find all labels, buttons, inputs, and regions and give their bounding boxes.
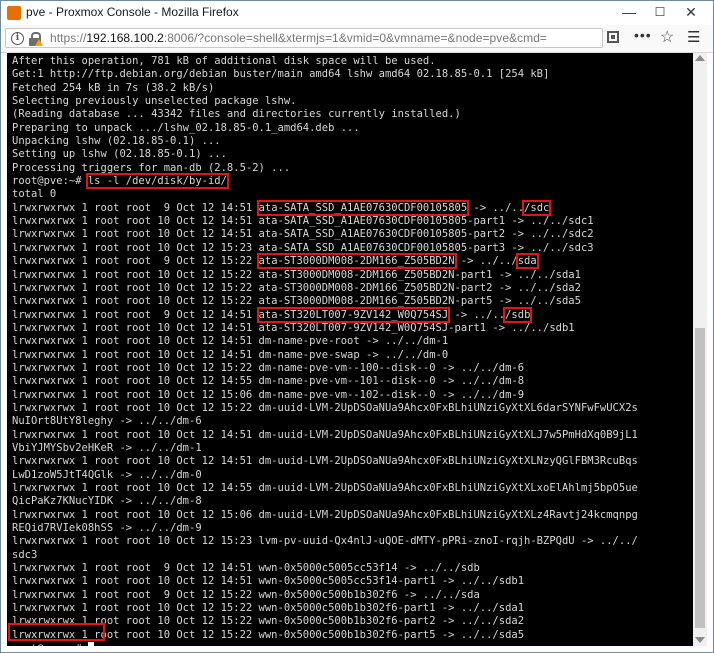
terminal-line: lrwxrwxrwx 1 root root 10 Oct 12 14:51 d… xyxy=(12,455,638,468)
terminal-line: Fetched 254 kB in 7s (38.2 kB/s) xyxy=(12,81,215,94)
url-text[interactable]: https://192.168.100.2:8006/?console=shel… xyxy=(50,31,547,45)
terminal-line: lrwxrwxrwx 1 root root 9 Oct 12 14:51 ww… xyxy=(12,562,480,575)
highlight-box: /sdc xyxy=(522,199,552,216)
terminal-line: root@pve:~# ls -l /dev/disk/by-id/ xyxy=(12,173,229,190)
terminal-output: After this operation, 781 kB of addition… xyxy=(12,55,638,646)
terminal-line: lrwxrwxrwx 1 root root 10 Oct 12 15:22 a… xyxy=(12,295,581,308)
terminal-line: lrwxrwxrwx 1 root root 10 Oct 12 14:51 a… xyxy=(12,228,594,241)
highlight-box: ata-SATA_SSD_A1AE07630CDF00105805 xyxy=(256,199,470,216)
address-bar[interactable]: i https://192.168.100.2:8006/?console=sh… xyxy=(5,28,603,48)
highlight-box: ls -l /dev/disk/by-id/ xyxy=(85,173,229,190)
proxmox-icon xyxy=(7,6,21,20)
terminal-line: total 0 xyxy=(12,188,57,201)
minimize-button[interactable]: — xyxy=(615,1,643,23)
terminal-line: Setting up lshw (02.18.85-0.1) ... xyxy=(12,148,227,161)
terminal-line: NuIOrt8UtY8leghy -> ../../dm-6 xyxy=(12,415,202,428)
terminal-line: lrwxrwxrwx 1 root root 9 Oct 12 14:51 at… xyxy=(12,199,552,216)
maximize-button[interactable]: ☐ xyxy=(646,1,674,23)
insecure-lock-icon[interactable] xyxy=(28,32,43,46)
terminal-line: Selecting previously unselected package … xyxy=(12,95,297,108)
terminal-line: (Reading database ... 43342 files and di… xyxy=(12,108,461,121)
terminal-line: root@pve:~# xyxy=(12,642,638,646)
terminal-line: lrwxrwxrwx 1 root root 10 Oct 12 15:22 w… xyxy=(12,628,525,641)
scroll-up-arrow-icon[interactable] xyxy=(695,55,705,61)
terminal-line: lrwxrwxrwx 1 root root 10 Oct 12 15:06 d… xyxy=(12,508,638,521)
close-button[interactable]: ✕ xyxy=(677,1,705,23)
terminal-line: lrwxrwxrwx 1 root root 10 Oct 12 15:22 d… xyxy=(12,361,525,374)
terminal-line: lrwxrwxrwx 1 root root 10 Oct 12 15:23 l… xyxy=(12,535,638,548)
terminal-line: Preparing to unpack .../lshw_02.18.85-0.… xyxy=(12,121,360,134)
highlight-box: ata-ST320LT007-9ZV142_W0Q754SJ xyxy=(256,306,451,323)
terminal-cursor xyxy=(87,642,94,646)
terminal-line: lrwxrwxrwx 1 root root 10 Oct 12 14:51 d… xyxy=(12,348,449,361)
terminal-line: lrwxrwxrwx 1 root root 10 Oct 12 15:22 a… xyxy=(12,281,581,294)
terminal-line: lrwxrwxrwx 1 root root 10 Oct 12 14:55 d… xyxy=(12,482,638,494)
terminal-line: lrwxrwxrwx 1 root root 10 Oct 12 15:22 w… xyxy=(12,602,525,615)
prompt-highlight xyxy=(8,623,105,641)
terminal-line: VbiYJMYSbv2eHKeR -> ../../dm-1 xyxy=(12,441,202,454)
terminal-line: lrwxrwxrwx 1 root root 9 Oct 12 15:22 at… xyxy=(12,253,539,270)
terminal-line: lrwxrwxrwx 1 root root 10 Oct 12 15:22 w… xyxy=(12,615,525,628)
scroll-down-arrow-icon[interactable] xyxy=(695,637,705,643)
title-bar: pve - Proxmox Console - Mozilla Firefox … xyxy=(1,1,713,26)
terminal-line: Get:1 http://ftp.debian.org/debian buste… xyxy=(12,68,550,81)
highlight-box: sda xyxy=(515,253,539,270)
terminal-line: lrwxrwxrwx 1 root root 10 Oct 12 14:51 w… xyxy=(12,575,525,588)
terminal-scrollbar[interactable] xyxy=(693,53,707,646)
terminal-line: Processing triggers for man-db (2.8.5-2)… xyxy=(12,161,291,174)
terminal-line: lrwxrwxrwx 1 root root 10 Oct 12 15:06 d… xyxy=(12,388,525,401)
terminal-line: lrwxrwxrwx 1 root root 9 Oct 12 14:51 at… xyxy=(12,306,533,323)
scroll-thumb[interactable] xyxy=(695,328,705,628)
terminal-line: lrwxrwxrwx 1 root root 10 Oct 12 14:51 a… xyxy=(12,215,594,228)
terminal-line: lrwxrwxrwx 1 root root 10 Oct 12 14:51 a… xyxy=(12,321,575,334)
terminal-line: Unpacking lshw (02.18.85-0.1) ... xyxy=(12,135,221,148)
window-title: pve - Proxmox Console - Mozilla Firefox xyxy=(26,5,239,19)
terminal-line: sdc3 xyxy=(12,548,38,561)
terminal-line: lrwxrwxrwx 1 root root 10 Oct 12 14:51 d… xyxy=(12,428,638,441)
terminal-line: lrwxrwxrwx 1 root root 10 Oct 12 14:55 d… xyxy=(12,375,525,388)
terminal-line: lrwxrwxrwx 1 root root 10 Oct 12 14:51 d… xyxy=(12,335,449,348)
navigation-bar: i https://192.168.100.2:8006/?console=sh… xyxy=(1,25,713,53)
terminal-line: LwD1zoW5JtT4QGlk -> ../../dm-0 xyxy=(12,468,202,481)
terminal-line: lrwxrwxrwx 1 root root 10 Oct 12 15:22 d… xyxy=(12,401,638,414)
terminal-line: REQid7RVIek08hSS -> ../../dm-9 xyxy=(12,522,202,535)
highlight-box: ata-ST3000DM008-2DM166_Z505BD2N xyxy=(256,253,457,270)
terminal-line: lrwxrwxrwx 1 root root 10 Oct 12 15:22 a… xyxy=(12,268,581,281)
terminal-line: QicPaKz7KNucYIDK -> ../../dm-8 xyxy=(12,495,202,508)
browser-window: pve - Proxmox Console - Mozilla Firefox … xyxy=(0,0,714,653)
terminal-line: lrwxrwxrwx 1 root root 9 Oct 12 15:22 ww… xyxy=(12,588,480,601)
info-icon[interactable]: i xyxy=(11,32,24,45)
bookmark-star-icon[interactable]: ☆ xyxy=(660,27,674,47)
terminal-console[interactable]: After this operation, 781 kB of addition… xyxy=(7,53,693,646)
highlight-box: /sdb xyxy=(503,306,533,323)
qr-code-icon[interactable] xyxy=(607,31,619,43)
terminal-line: After this operation, 781 kB of addition… xyxy=(12,55,436,67)
page-actions-icon[interactable]: ••• xyxy=(634,27,652,43)
terminal-line: lrwxrwxrwx 1 root root 10 Oct 12 15:23 a… xyxy=(12,241,594,254)
hamburger-menu-icon[interactable]: ☰ xyxy=(687,28,700,46)
